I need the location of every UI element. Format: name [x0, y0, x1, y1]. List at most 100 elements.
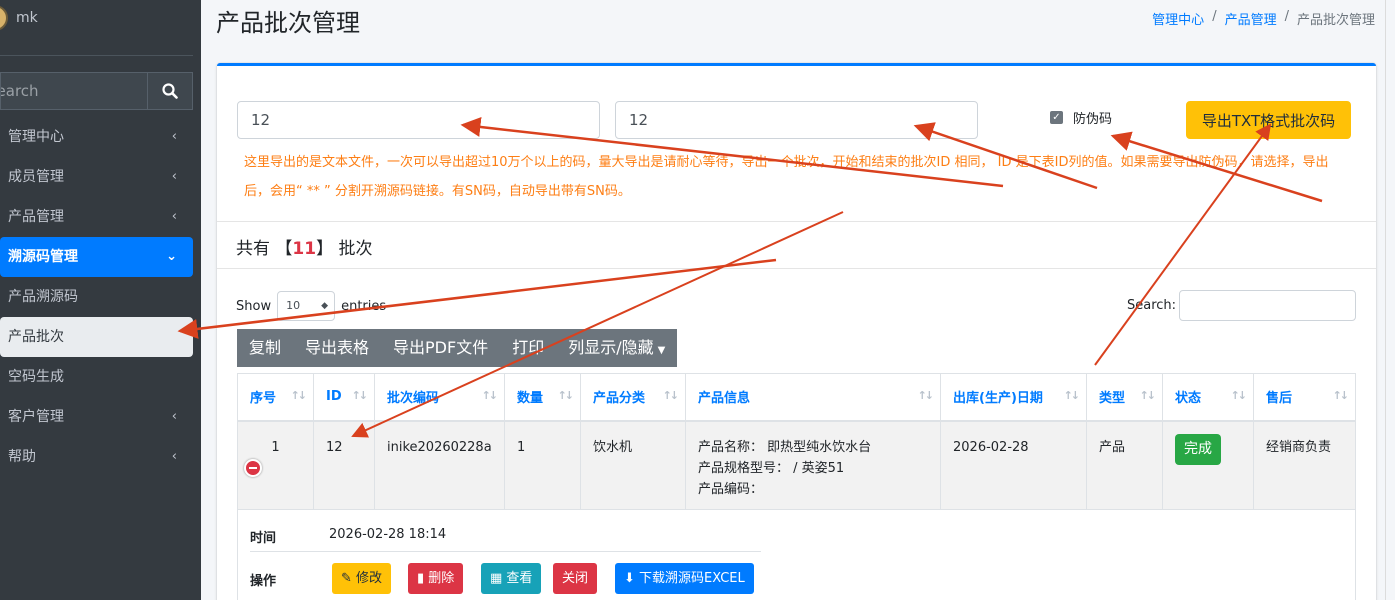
avatar[interactable]	[0, 5, 8, 31]
chevron-left-icon: ‹	[171, 169, 177, 184]
collapse-row-icon[interactable]	[244, 458, 262, 477]
user-name[interactable]: mk	[16, 10, 38, 26]
column-header-label: 产品分类	[593, 391, 646, 407]
chevron-left-icon: ‹	[171, 449, 177, 464]
length-control: Show 10 ◆ entries	[236, 291, 386, 321]
column-visibility-label: 列显示/隐藏	[568, 338, 654, 357]
chevron-left-icon: ‹	[171, 409, 177, 424]
print-button[interactable]: 打印	[500, 329, 557, 367]
sort-icon: ↑↓	[1139, 389, 1157, 402]
page-scrollbar[interactable]	[1385, 0, 1395, 600]
page-title: 产品批次管理	[216, 9, 360, 37]
table-header-row: 序号 ↑↓ ID ↑↓ 批次编码 ↑↓ 数量 ↑↓ 产品分类 ↑↓ 产品信息 ↑↓ 出库(生…	[237, 373, 1356, 422]
column-header-date[interactable]: 出库(生产)日期 ↑↓	[940, 373, 1087, 422]
delete-button[interactable]: ▮ 删除	[408, 563, 464, 594]
table-export-buttons: 复制 导出表格 导出PDF文件 打印 列显示/隐藏 ▼	[237, 329, 678, 367]
sidebar: mk 管理中心 ‹ 成员管理 ‹ 产品管理 ‹ 溯源码管理 ⌄ 产品溯源码 产品批次 空…	[0, 0, 201, 600]
export-note: 这里导出的是文本文件，一次可以导出超过10万个以上的码，量大导出是请耐心等待，导…	[244, 155, 1329, 199]
cell-after-sales: 经销商负责	[1253, 420, 1356, 510]
column-header-id[interactable]: ID ↑↓	[313, 373, 375, 422]
table-search-label: Search:	[1127, 298, 1177, 313]
batch-card: ✓ 防伪码 导出TXT格式批次码 这里导出的是文本文件，一次可以导出超过10万个…	[217, 63, 1376, 600]
export-excel-button[interactable]: 导出表格	[293, 329, 382, 367]
user-panel[interactable]: mk	[0, 0, 193, 56]
column-header-label: 数量	[517, 391, 544, 407]
total-lbracket: 【	[275, 239, 293, 259]
page-length-select[interactable]: 10 ◆	[277, 291, 336, 321]
column-header-label: 出库(生产)日期	[953, 391, 1043, 407]
table-search-input[interactable]	[1179, 290, 1356, 321]
sort-icon: ↑↓	[351, 389, 369, 402]
sort-icon: ↑↓	[481, 389, 499, 402]
sidebar-item-blank-codes[interactable]: 空码生成	[0, 357, 193, 397]
sidebar-item-trace-codes[interactable]: 溯源码管理 ⌄	[0, 237, 193, 277]
sidebar-search	[0, 72, 193, 110]
download-excel-button[interactable]: ⬇ 下载溯源码EXCEL	[615, 563, 754, 594]
sidebar-item-members[interactable]: 成员管理 ‹	[0, 157, 193, 197]
column-header-quantity[interactable]: 数量 ↑↓	[504, 373, 581, 422]
end-batch-id-input[interactable]	[615, 101, 978, 139]
anti-fake-checkbox[interactable]: ✓	[1050, 111, 1063, 124]
total-rbracket: 】	[316, 239, 334, 259]
breadcrumb-admin-center[interactable]: 管理中心	[1152, 9, 1204, 28]
copy-button[interactable]: 复制	[237, 329, 294, 367]
breadcrumb-product-management[interactable]: 产品管理	[1225, 9, 1277, 28]
close-button[interactable]: 关闭	[553, 563, 598, 594]
row-details: 时间 2026-02-28 18:14 操作 ✎ 修改 ▮ 删除 ▦ 查看 关闭…	[237, 510, 1356, 600]
export-txt-button[interactable]: 导出TXT格式批次码	[1186, 101, 1351, 139]
page-length-value: 10	[286, 299, 301, 312]
anti-fake-checkbox-wrap[interactable]: ✓ 防伪码	[1050, 108, 1112, 127]
sidebar-item-label: 空码生成	[8, 369, 64, 385]
column-header-label: 售后	[1266, 391, 1293, 407]
sidebar-item-product-batches[interactable]: 产品批次	[0, 317, 193, 357]
column-header-product-info[interactable]: 产品信息 ↑↓	[685, 373, 941, 422]
sidebar-item-product-trace-codes[interactable]: 产品溯源码	[0, 277, 193, 317]
sort-icon: ↑↓	[1230, 389, 1248, 402]
status-badge: 完成	[1175, 433, 1221, 465]
column-header-after-sales[interactable]: 售后 ↑↓	[1253, 373, 1356, 422]
time-value: 2026-02-28 18:14	[329, 527, 447, 542]
sort-icon: ↑↓	[1063, 389, 1081, 402]
time-label: 时间	[250, 531, 277, 546]
select-arrows-icon: ◆	[321, 301, 329, 311]
sidebar-item-help[interactable]: 帮助 ‹	[0, 437, 193, 477]
sidebar-item-label: 管理中心	[8, 129, 64, 145]
show-label: Show	[236, 298, 272, 314]
column-header-label: 批次编码	[387, 391, 440, 407]
column-visibility-button[interactable]: 列显示/隐藏 ▼	[556, 329, 678, 367]
view-button[interactable]: ▦ 查看	[481, 563, 542, 594]
chevron-down-icon: ⌄	[166, 249, 177, 264]
product-code-line: 产品编码：	[698, 481, 764, 497]
qrcode-icon: ▦	[490, 571, 507, 586]
divider	[217, 221, 1376, 222]
column-header-category[interactable]: 产品分类 ↑↓	[580, 373, 686, 422]
column-header-batch-code[interactable]: 批次编码 ↑↓	[374, 373, 505, 422]
divider	[250, 551, 761, 552]
sidebar-item-admin-center[interactable]: 管理中心 ‹	[0, 117, 193, 157]
search-icon	[162, 83, 178, 99]
export-pdf-button[interactable]: 导出PDF文件	[381, 329, 501, 367]
start-batch-id-input[interactable]	[237, 101, 600, 139]
cell-index[interactable]: 1	[237, 420, 314, 510]
sidebar-search-input[interactable]	[0, 72, 147, 110]
cell-text: 1	[271, 439, 280, 455]
cell-product-info: 产品名称： 即热型纯水饮水台 产品规格型号： / 英姿51 产品编码：	[685, 420, 941, 510]
caret-down-icon: ▼	[657, 345, 666, 356]
batch-table: 序号 ↑↓ ID ↑↓ 批次编码 ↑↓ 数量 ↑↓ 产品分类 ↑↓ 产品信息 ↑↓ 出库(生…	[237, 373, 1356, 510]
edit-button[interactable]: ✎ 修改	[332, 563, 392, 594]
column-header-label: 状态	[1175, 391, 1202, 407]
sidebar-item-customers[interactable]: 客户管理 ‹	[0, 397, 193, 437]
sidebar-search-button[interactable]	[147, 72, 193, 110]
entries-label: entries	[341, 298, 387, 314]
column-header-status[interactable]: 状态 ↑↓	[1162, 373, 1254, 422]
table-row[interactable]: 1 12 inike20260228a 1 饮水机 产品名称： 即热型纯水饮水台…	[237, 420, 1356, 510]
column-header-index[interactable]: 序号 ↑↓	[237, 373, 314, 422]
column-header-type[interactable]: 类型 ↑↓	[1086, 373, 1163, 422]
sort-icon: ↑↓	[917, 389, 935, 402]
cell-type: 产品	[1086, 420, 1163, 510]
close-label: 关闭	[562, 571, 589, 586]
sidebar-item-products[interactable]: 产品管理 ‹	[0, 197, 193, 237]
sidebar-item-label: 产品批次	[8, 329, 64, 345]
sidebar-nav: 管理中心 ‹ 成员管理 ‹ 产品管理 ‹ 溯源码管理 ⌄ 产品溯源码 产品批次 空码生成…	[0, 117, 193, 477]
breadcrumb-separator: /	[1284, 9, 1289, 24]
